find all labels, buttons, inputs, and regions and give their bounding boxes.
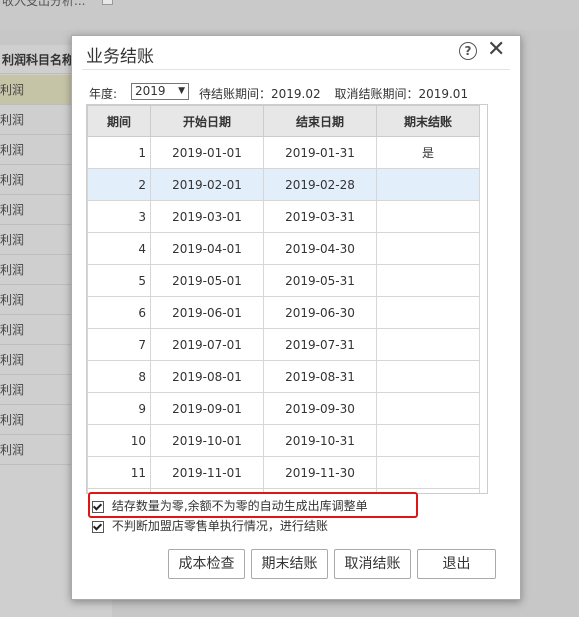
background-toolbar: 收入支出分析... — [0, 0, 579, 30]
cell-start-date: 2019-03-01 — [150, 200, 264, 233]
cell-period-close — [376, 456, 480, 489]
background-checkbox[interactable] — [102, 0, 113, 5]
cell-period: 11 — [87, 456, 151, 489]
cell-start-date: 2019-07-01 — [150, 328, 264, 361]
cell-period: 8 — [87, 360, 151, 393]
cell-start-date: 2019-04-01 — [150, 232, 264, 265]
table-row[interactable]: 6 2019-06-01 2019-06-30 — [87, 296, 480, 329]
table-row[interactable]: 2 2019-02-01 2019-02-28 — [87, 168, 480, 201]
cell-end-date: 2019-06-30 — [263, 296, 377, 329]
cell-start-date: 2019-08-01 — [150, 360, 264, 393]
period-table: 期间 开始日期 结束日期 期末结账 1 2019-01-01 2019-01-31 是… — [86, 104, 488, 494]
period-close-button[interactable]: 期末结账 — [251, 549, 328, 579]
header-period: 期间 — [87, 105, 151, 137]
highlight-annotation — [88, 492, 418, 518]
option-skip-franchise-label: 不判断加盟店零售单执行情况，进行结账 — [111, 519, 328, 533]
table-row[interactable]: 7 2019-07-01 2019-07-31 — [87, 328, 480, 361]
cell-period-close — [376, 328, 480, 361]
cell-end-date: 2019-10-31 — [263, 424, 377, 457]
cell-start-date: 2019-05-01 — [150, 264, 264, 297]
cell-start-date: 2019-10-01 — [150, 424, 264, 457]
cell-end-date: 2019-02-28 — [263, 168, 377, 201]
cell-period: 6 — [87, 296, 151, 329]
cell-period: 9 — [87, 392, 151, 425]
cell-period-close — [376, 232, 480, 265]
dialog-title: 业务结账 — [86, 47, 154, 67]
dropdown-arrow-icon: ▼ — [178, 86, 185, 96]
header-start-date: 开始日期 — [150, 105, 264, 137]
cancel-close-button[interactable]: 取消结账 — [334, 549, 411, 579]
checkbox-skip-franchise[interactable] — [92, 520, 104, 533]
cell-period: 2 — [87, 168, 151, 201]
year-value: 2019 — [135, 84, 166, 98]
cell-period-close — [376, 360, 480, 393]
table-row[interactable]: 8 2019-08-01 2019-08-31 — [87, 360, 480, 393]
cell-period: 10 — [87, 424, 151, 457]
table-row[interactable]: 9 2019-09-01 2019-09-30 — [87, 392, 480, 425]
option-auto-adjust[interactable]: 结存数量为零,余额不为零的自动生成出库调整单 — [88, 492, 418, 518]
pending-period: 待结账期间：2019.02 — [199, 87, 321, 101]
cell-end-date: 2019-09-30 — [263, 392, 377, 425]
year-label: 年度: — [89, 87, 118, 101]
header-end-date: 结束日期 — [263, 105, 377, 137]
period-info: 待结账期间：2019.02 取消结账期间：2019.01 — [199, 85, 468, 102]
cell-period-close — [376, 296, 480, 329]
cell-period: 3 — [87, 200, 151, 233]
option-skip-franchise[interactable]: 不判断加盟店零售单执行情况，进行结账 — [92, 517, 328, 534]
cell-period-close: 是 — [376, 136, 480, 169]
cell-period-close — [376, 168, 480, 201]
cell-period-close — [376, 200, 480, 233]
cell-start-date: 2019-09-01 — [150, 392, 264, 425]
cell-period: 7 — [87, 328, 151, 361]
header-period-close: 期末结账 — [376, 105, 480, 137]
table-row[interactable]: 5 2019-05-01 2019-05-31 — [87, 264, 480, 297]
cell-period-close — [376, 392, 480, 425]
cell-end-date: 2019-01-31 — [263, 136, 377, 169]
table-row[interactable]: 4 2019-04-01 2019-04-30 — [87, 232, 480, 265]
table-header-row: 期间 开始日期 结束日期 期末结账 — [87, 105, 480, 137]
cell-end-date: 2019-08-31 — [263, 360, 377, 393]
cell-end-date: 2019-04-30 — [263, 232, 377, 265]
background-title: 收入支出分析... — [2, 0, 86, 8]
table-row[interactable]: 1 2019-01-01 2019-01-31 是 — [87, 136, 480, 169]
cell-end-date: 2019-07-31 — [263, 328, 377, 361]
cell-period: 1 — [87, 136, 151, 169]
table-row[interactable]: 3 2019-03-01 2019-03-31 — [87, 200, 480, 233]
cell-period-close — [376, 264, 480, 297]
table-row[interactable]: 11 2019-11-01 2019-11-30 — [87, 456, 480, 489]
exit-button[interactable]: 退出 — [417, 549, 496, 579]
cell-end-date: 2019-03-31 — [263, 200, 377, 233]
cell-period: 4 — [87, 232, 151, 265]
title-divider — [82, 69, 510, 70]
business-close-dialog: 业务结账 ? ✕ 年度: 2019 ▼ 待结账期间：2019.02 取消结账期间… — [71, 35, 521, 600]
cell-start-date: 2019-02-01 — [150, 168, 264, 201]
cell-start-date: 2019-01-01 — [150, 136, 264, 169]
cell-end-date: 2019-11-30 — [263, 456, 377, 489]
cost-check-button[interactable]: 成本检查 — [168, 549, 245, 579]
cell-period-close — [376, 424, 480, 457]
background-footer — [0, 599, 112, 617]
cancel-period: 取消结账期间：2019.01 — [334, 87, 469, 101]
help-icon[interactable]: ? — [459, 42, 477, 60]
cell-period: 5 — [87, 264, 151, 297]
cell-start-date: 2019-11-01 — [150, 456, 264, 489]
cell-start-date: 2019-06-01 — [150, 296, 264, 329]
table-row[interactable]: 10 2019-10-01 2019-10-31 — [87, 424, 480, 457]
cell-end-date: 2019-05-31 — [263, 264, 377, 297]
close-icon[interactable]: ✕ — [487, 38, 505, 62]
year-select[interactable]: 2019 ▼ — [131, 83, 189, 100]
